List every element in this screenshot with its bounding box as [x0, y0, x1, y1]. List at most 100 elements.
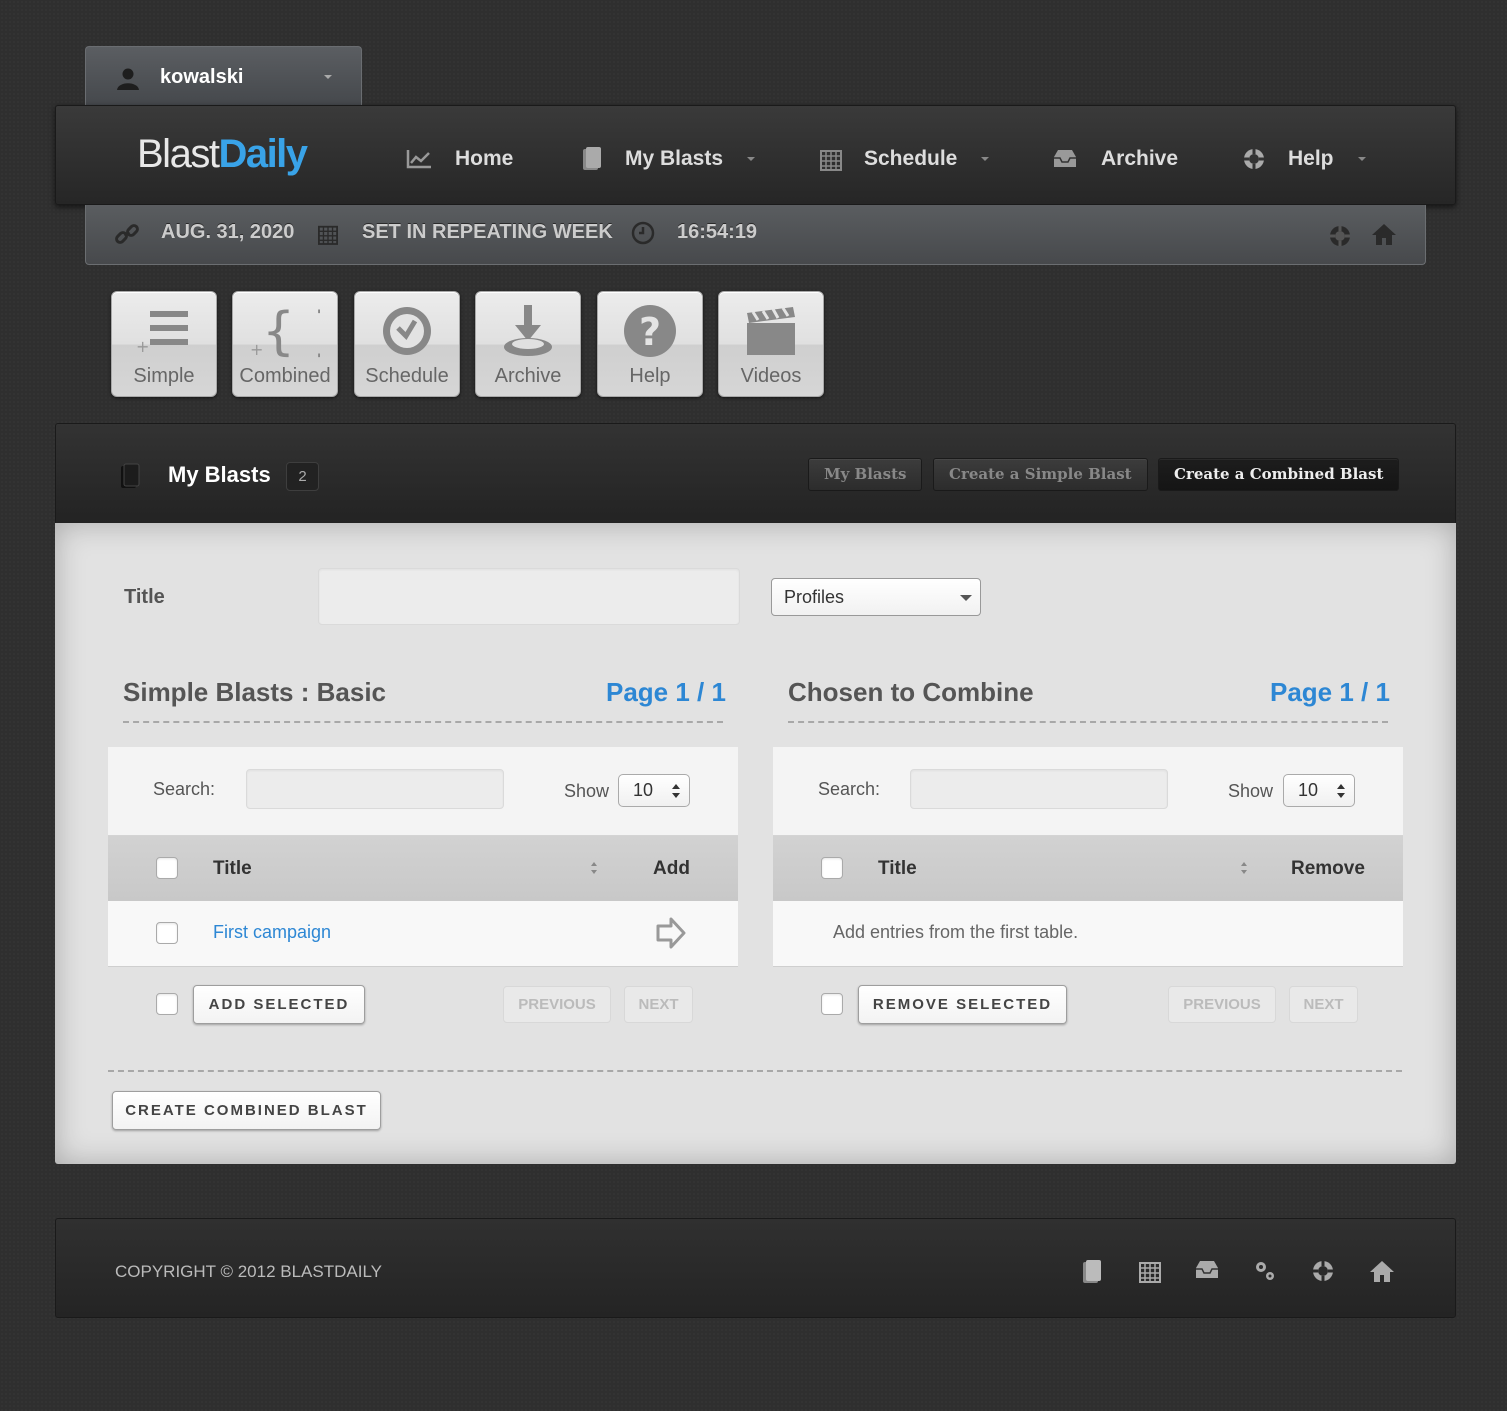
- quick-schedule-button[interactable]: Schedule: [354, 291, 460, 397]
- quick-archive-button[interactable]: Archive: [475, 291, 581, 397]
- sort-icon[interactable]: [1240, 861, 1248, 875]
- current-time: 16:54:19: [677, 221, 758, 243]
- calendar-icon[interactable]: [1139, 1259, 1161, 1283]
- top-navigation: BlastDaily Home My Blasts Schedule Archi…: [55, 105, 1456, 205]
- select-all-checkbox[interactable]: [156, 857, 178, 879]
- search-input[interactable]: [910, 769, 1168, 809]
- title-label: Title: [124, 586, 165, 608]
- svg-text:+: +: [250, 340, 263, 359]
- nav-home[interactable]: Home: [405, 144, 513, 174]
- previous-button[interactable]: PREVIOUS: [1168, 986, 1276, 1023]
- chosen-heading: Chosen to Combine: [788, 677, 1034, 707]
- lifebuoy-icon: [1244, 149, 1264, 169]
- remove-selected-button[interactable]: REMOVE SELECTED: [858, 985, 1067, 1024]
- updown-icon: [672, 784, 680, 798]
- search-input[interactable]: [246, 769, 504, 809]
- table-empty-row: Add entries from the first table.: [773, 901, 1403, 967]
- clapperboard-icon: [719, 302, 823, 360]
- nav-schedule[interactable]: Schedule: [820, 144, 990, 174]
- create-combined-blast-button[interactable]: Create a Combined Blast: [1158, 458, 1400, 491]
- quick-help-button[interactable]: ? Help: [597, 291, 703, 397]
- quick-videos-button[interactable]: Videos: [718, 291, 824, 397]
- table-header: Title Add: [108, 836, 738, 901]
- braces-icon: { }+: [233, 302, 337, 360]
- chevron-down-icon: [324, 75, 332, 79]
- updown-icon: [1337, 784, 1345, 798]
- question-icon: ?: [598, 302, 702, 360]
- select-all-checkbox[interactable]: [821, 857, 843, 879]
- home-icon[interactable]: [1369, 1259, 1395, 1283]
- panel-header: My Blasts 2 My Blasts Create a Simple Bl…: [55, 423, 1456, 523]
- column-title[interactable]: Title: [878, 858, 917, 880]
- divider: [108, 1070, 1402, 1072]
- download-icon: [476, 302, 580, 360]
- clock-icon: [355, 302, 459, 360]
- nav-help[interactable]: Help: [1242, 144, 1366, 174]
- inbox-icon[interactable]: [1193, 1259, 1221, 1281]
- create-simple-blast-button[interactable]: Create a Simple Blast: [933, 458, 1148, 491]
- panel-body: Title Profiles Simple Blasts : Basic Pag…: [55, 523, 1456, 1164]
- title-input[interactable]: [318, 568, 740, 625]
- footer: COPYRIGHT © 2012 BLASTDAILY: [55, 1218, 1456, 1318]
- table-controls: Search: Show 10: [773, 747, 1403, 836]
- quick-combined-button[interactable]: { }+ Combined: [232, 291, 338, 397]
- panel-title: My Blasts: [168, 462, 271, 487]
- right-page-indicator: Page 1 / 1: [1270, 677, 1390, 707]
- username: kowalski: [160, 66, 244, 88]
- document-icon[interactable]: [1081, 1259, 1103, 1285]
- create-combined-blast-submit[interactable]: CREATE COMBINED BLAST: [112, 1091, 381, 1130]
- nav-my-blasts[interactable]: My Blasts: [581, 144, 756, 174]
- chart-icon: [406, 150, 431, 169]
- user-icon: [117, 68, 139, 90]
- simple-blasts-heading: Simple Blasts : Basic: [123, 677, 386, 707]
- row-title-link[interactable]: First campaign: [213, 922, 331, 943]
- table-header: Title Remove: [773, 836, 1403, 901]
- svg-text:?: ?: [639, 310, 661, 354]
- profiles-select[interactable]: Profiles: [771, 578, 981, 616]
- info-bar: AUG. 31, 2020 SET IN REPEATING WEEK 16:5…: [85, 205, 1426, 265]
- my-blasts-button[interactable]: My Blasts: [808, 458, 923, 491]
- user-menu[interactable]: kowalski: [85, 46, 362, 106]
- chevron-down-icon: [747, 157, 756, 161]
- home-icon[interactable]: [1371, 222, 1397, 246]
- bulk-select-checkbox[interactable]: [156, 993, 178, 1015]
- quick-simple-button[interactable]: + Simple: [111, 291, 217, 397]
- inbox-icon: [1054, 150, 1076, 167]
- count-badge: 2: [286, 462, 319, 491]
- row-checkbox[interactable]: [156, 922, 178, 944]
- gears-icon[interactable]: [1253, 1259, 1277, 1283]
- page-size-select[interactable]: 10: [618, 774, 690, 807]
- chevron-down-icon: [1357, 157, 1366, 161]
- logo[interactable]: BlastDaily: [137, 132, 308, 177]
- chevron-down-icon: [981, 157, 990, 161]
- next-button[interactable]: NEXT: [1289, 986, 1358, 1023]
- svg-text:+: +: [136, 337, 149, 356]
- sort-icon[interactable]: [590, 861, 598, 875]
- document-icon: [121, 463, 140, 488]
- lifebuoy-icon[interactable]: [1311, 1259, 1335, 1283]
- previous-button[interactable]: PREVIOUS: [503, 986, 611, 1023]
- chevron-down-icon: [960, 595, 972, 601]
- copyright: COPYRIGHT © 2012 BLASTDAILY: [115, 1262, 382, 1281]
- document-icon: [583, 147, 601, 170]
- page-size-select[interactable]: 10: [1283, 774, 1355, 807]
- add-arrow-icon[interactable]: [655, 916, 687, 950]
- left-page-indicator: Page 1 / 1: [606, 677, 726, 707]
- column-add: Add: [653, 858, 690, 879]
- add-selected-button[interactable]: ADD SELECTED: [193, 985, 365, 1024]
- clock-icon: [631, 221, 655, 245]
- empty-message: Add entries from the first table.: [833, 922, 1079, 942]
- week-status: SET IN REPEATING WEEK: [362, 221, 613, 243]
- divider: [788, 721, 1388, 723]
- nav-archive[interactable]: Archive: [1051, 144, 1178, 174]
- table-controls: Search: Show 10: [108, 747, 738, 836]
- calendar-icon: [820, 150, 842, 171]
- next-button[interactable]: NEXT: [624, 986, 693, 1023]
- lifebuoy-icon[interactable]: [1328, 224, 1352, 248]
- column-title[interactable]: Title: [213, 858, 252, 880]
- table-row: First campaign: [108, 901, 738, 967]
- link-icon: [115, 224, 139, 244]
- divider: [123, 721, 723, 723]
- bulk-select-checkbox[interactable]: [821, 993, 843, 1015]
- list-add-icon: +: [112, 302, 216, 360]
